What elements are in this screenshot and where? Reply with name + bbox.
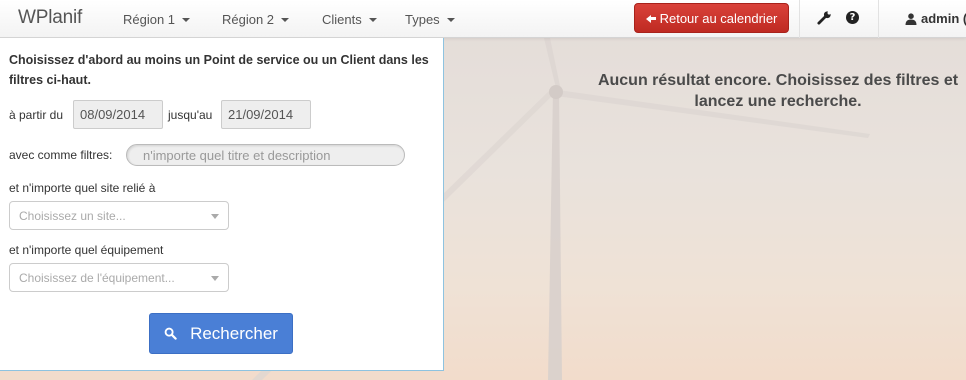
caret-down-icon (281, 17, 290, 22)
equipment-select[interactable]: Choisissez de l'équipement... (9, 263, 229, 292)
to-date-label: jusqu'au (168, 108, 213, 122)
wrench-icon[interactable] (817, 10, 833, 26)
text-filter-input[interactable]: n'importe quel titre et description (126, 144, 405, 166)
caret-down-icon (211, 276, 219, 281)
menu-types-label: Types (405, 12, 440, 27)
search-instructions: Choisissez d'abord au moins un Point de … (9, 53, 429, 87)
navbar-divider (799, 0, 800, 38)
search-button[interactable]: Rechercher (149, 313, 293, 354)
menu-region-2-label: Région 2 (222, 12, 275, 27)
back-to-calendar-label: Retour au calendrier (659, 10, 778, 26)
navbar-divider (878, 0, 879, 38)
search-icon (164, 327, 177, 340)
menu-clients[interactable]: Clients (322, 12, 377, 27)
menu-clients-label: Clients (322, 12, 362, 27)
menu-types[interactable]: Types (405, 12, 455, 27)
site-select-placeholder: Choisissez un site... (19, 209, 126, 223)
site-label: et n'importe quel site relié à (9, 181, 156, 195)
from-date-input[interactable]: 08/09/2014 (73, 100, 163, 129)
caret-down-icon (368, 17, 377, 22)
search-panel: Choisissez d'abord au moins un Point de … (0, 38, 444, 371)
brand-logo[interactable]: WPlanif (18, 7, 82, 29)
no-results-message: Aucun résultat encore. Choisissez des fi… (597, 72, 959, 110)
caret-down-icon (446, 17, 455, 22)
question-icon[interactable]: ? (846, 11, 862, 27)
back-to-calendar-button[interactable]: Retour au calendrier (634, 3, 789, 33)
top-navbar: WPlanif Région 1 Région 2 Clients Types … (0, 0, 966, 38)
user-menu[interactable]: admin ( (905, 11, 966, 26)
caret-down-icon (182, 17, 191, 22)
to-date-input[interactable]: 21/09/2014 (221, 100, 311, 129)
equipment-select-placeholder: Choisissez de l'équipement... (19, 271, 175, 285)
filters-label: avec comme filtres: (9, 148, 113, 162)
equipment-label: et n'importe quel équipement (9, 243, 164, 257)
menu-region-2[interactable]: Région 2 (222, 12, 290, 27)
site-select[interactable]: Choisissez un site... (9, 201, 229, 230)
user-icon (905, 12, 917, 25)
search-button-label: Rechercher (190, 323, 278, 343)
from-date-label: à partir du (9, 108, 64, 122)
menu-region-1-label: Région 1 (123, 12, 176, 27)
caret-down-icon (211, 214, 219, 219)
arrow-left-icon (645, 14, 656, 23)
menu-region-1[interactable]: Région 1 (123, 12, 191, 27)
user-name: admin ( (921, 11, 966, 26)
